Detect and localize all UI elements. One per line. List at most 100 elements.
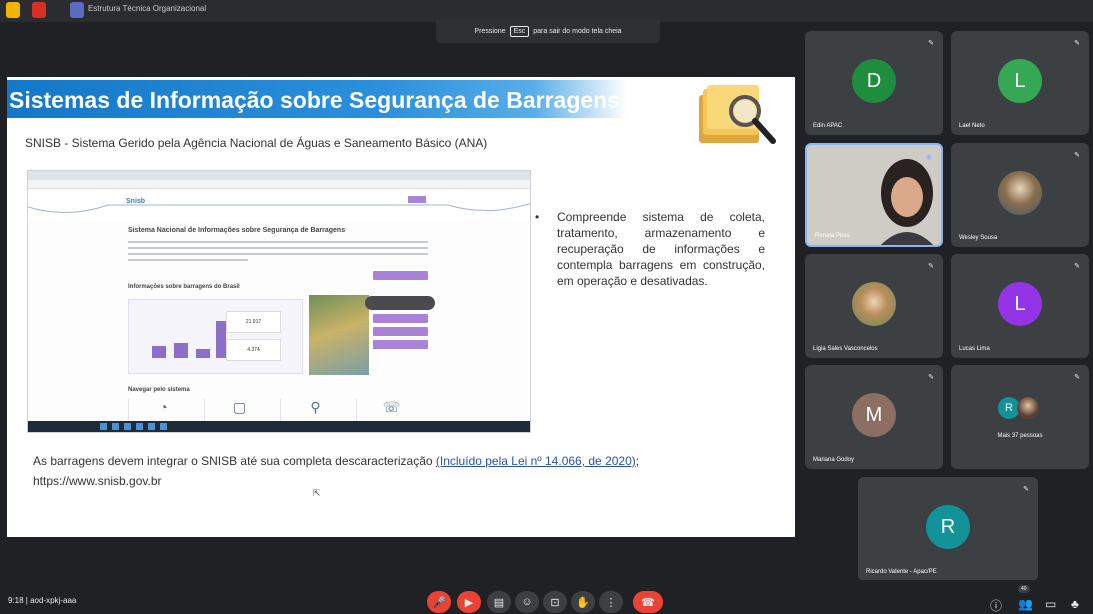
site-text-line <box>128 241 428 243</box>
participant-name: Mais 37 pessoas <box>997 433 1043 439</box>
participant-tile[interactable]: ✎ L Lael Neto <box>951 31 1089 135</box>
participant-tile[interactable]: ✎ L Lucas Lima <box>951 254 1089 358</box>
site-navbar <box>28 189 530 219</box>
site-logo: Snisb <box>126 198 146 205</box>
info-icon[interactable]: ⓘ <box>990 597 1002 614</box>
presentation-slide: Sistemas de Informação sobre Segurança d… <box>7 77 795 537</box>
participant-tile[interactable]: ✎ Ligia Sales Vasconcelos <box>805 254 943 358</box>
participant-tile[interactable]: ✎ D Edin APAC <box>805 31 943 135</box>
site-aerial-photo <box>309 295 369 375</box>
site-button <box>373 271 428 280</box>
avatar <box>998 171 1042 215</box>
footer-link-suffix: ; <box>635 454 640 468</box>
bullet-text: Compreende sistema de coleta, tratamento… <box>557 210 765 288</box>
bottom-control-bar: 9:18 | aod-xpkj-aaa 🎤 ▶ ▤ ☺ ⊡ ✋ ⋮ ☎ ⓘ 👥 … <box>0 580 1093 614</box>
more-participants-tile[interactable]: ✎ R Mais 37 pessoas <box>951 365 1089 469</box>
browser-address-bar <box>28 180 530 189</box>
browser-tabs <box>28 171 530 180</box>
window-title: Estrutura Técnica Organizacional <box>88 4 207 13</box>
app-icon[interactable] <box>6 2 20 18</box>
participant-name: Lael Neto <box>959 123 985 129</box>
mic-off-icon: ✎ <box>928 263 934 270</box>
mic-off-icon: ✎ <box>928 40 934 47</box>
activities-icon[interactable]: ♣ <box>1071 597 1079 611</box>
site-nav-icon: ⚲ <box>280 399 350 423</box>
speaking-indicator-icon: ◉ <box>925 154 932 161</box>
taskbar-icon <box>148 423 155 430</box>
mic-off-icon: ✎ <box>1074 40 1080 47</box>
slide-subtitle: SNISB - Sistema Gerido pela Agência Naci… <box>25 136 488 150</box>
more-options-button[interactable]: ⋮ <box>599 591 623 613</box>
taskbar-icon <box>160 423 167 430</box>
site-chart-bar <box>152 346 166 358</box>
avatar: M <box>852 393 896 437</box>
captions-button[interactable]: ▤ <box>487 591 511 613</box>
avatar <box>1017 397 1039 419</box>
camera-button[interactable]: ▶ <box>457 591 481 613</box>
people-icon[interactable]: 👥 <box>1018 597 1033 611</box>
mic-off-icon: ✎ <box>1074 374 1080 381</box>
hint-text: Pressione <box>474 27 506 35</box>
avatar <box>852 282 896 326</box>
windows-taskbar <box>28 421 530 432</box>
participant-name: Ricardo Valente - Apac/PE <box>866 569 937 575</box>
meet-window: Estrutura Técnica Organizacional Pressio… <box>0 0 1093 614</box>
site-stat-box: 21.917 <box>226 311 281 333</box>
participant-tile[interactable]: ✎ R Ricardo Valente - Apac/PE <box>858 477 1038 581</box>
footer-url[interactable]: https://www.snisb.gov.br <box>33 474 162 488</box>
site-button <box>373 340 428 349</box>
avatar: L <box>998 59 1042 103</box>
site-button <box>373 327 428 336</box>
participant-count-badge: 40 <box>1018 585 1030 593</box>
site-nav-icon: ▢ <box>204 399 274 423</box>
site-chart-bar <box>216 321 226 358</box>
end-call-button[interactable]: ☎ <box>633 591 663 613</box>
avatar: L <box>998 282 1042 326</box>
taskbar-icon <box>100 423 107 430</box>
participant-name: Wesley Sousa <box>959 235 998 241</box>
site-section-info: Informações sobre barragens do Brasil <box>128 284 240 290</box>
folder-magnifier-icon <box>699 85 776 144</box>
site-chart-bar <box>196 349 210 358</box>
floating-toolbar <box>365 296 435 310</box>
taskbar-icon <box>112 423 119 430</box>
site-stat-box: 4.374 <box>226 339 281 361</box>
participant-video <box>807 145 941 245</box>
app-icon[interactable] <box>70 2 84 18</box>
fullscreen-hint: Pressione Esc para sair do modo tela che… <box>436 19 660 43</box>
slide-title: Sistemas de Informação sobre Segurança d… <box>9 87 621 113</box>
participant-name: Edin APAC <box>813 123 843 129</box>
footer-text: As barragens devem integrar o SNISB até … <box>33 454 433 468</box>
microphone-button[interactable]: 🎤 <box>427 591 451 613</box>
present-button[interactable]: ⊡ <box>543 591 567 613</box>
slide-title-bar: Sistemas de Informação sobre Segurança d… <box>7 80 627 118</box>
slide-footer: As barragens devem integrar o SNISB até … <box>33 451 639 491</box>
site-chart-bar <box>174 343 188 358</box>
site-button <box>373 314 428 323</box>
participant-tile-speaking[interactable]: ◉ Renata Pires <box>805 143 943 247</box>
avatar: D <box>852 59 896 103</box>
reactions-button[interactable]: ☺ <box>515 591 539 613</box>
participant-tile[interactable]: ✎ Wesley Sousa <box>951 143 1089 247</box>
site-section-nav: Navegar pelo sistema <box>128 387 190 393</box>
mic-off-icon: ✎ <box>928 374 934 381</box>
mic-off-icon: ✎ <box>1074 263 1080 270</box>
raise-hand-button[interactable]: ✋ <box>571 591 595 613</box>
site-heading: Sistema Nacional de Informações sobre Se… <box>128 227 346 234</box>
participant-name: Mariana Godoy <box>813 457 855 463</box>
site-text-line <box>128 259 248 261</box>
bullet-dot-icon: • <box>535 210 540 224</box>
law-link[interactable]: (Incluído pela Lei nº 14.066, de 2020) <box>436 454 636 468</box>
snisb-website-screenshot: Snisb Sistema Nacional de Informações so… <box>27 170 531 433</box>
taskbar-icon <box>136 423 143 430</box>
chat-icon[interactable]: ▭ <box>1045 597 1056 611</box>
participant-tile[interactable]: ✎ M Mariana Godoy <box>805 365 943 469</box>
app-icon[interactable] <box>32 2 46 18</box>
site-nav-icon: ◔ <box>128 399 198 423</box>
site-navbar-decoration <box>28 196 530 213</box>
meeting-code: 9:18 | aod-xpkj-aaa <box>8 596 77 605</box>
slide-bullet: • Compreende sistema de coleta, tratamen… <box>535 209 765 289</box>
participant-name: Renata Pires <box>815 233 850 239</box>
participant-name: Ligia Sales Vasconcelos <box>813 346 878 352</box>
site-nav-icon: ☏ <box>356 399 426 423</box>
